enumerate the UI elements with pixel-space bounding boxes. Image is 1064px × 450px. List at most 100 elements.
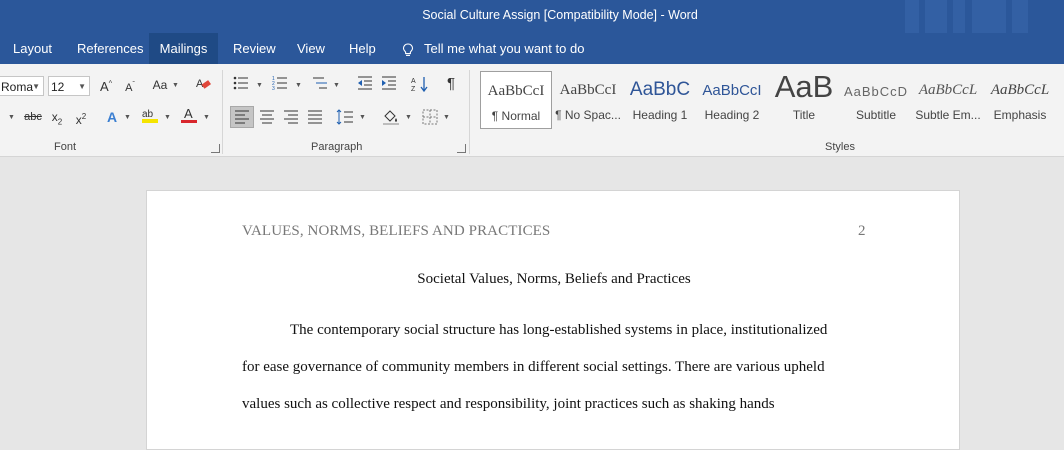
- chevron-down-icon[interactable]: ▼: [333, 82, 340, 89]
- style-title[interactable]: AaB Title: [768, 69, 840, 129]
- change-case-button[interactable]: Aa: [150, 75, 170, 97]
- bullets-button[interactable]: [232, 75, 250, 97]
- increase-indent-button[interactable]: [379, 75, 399, 97]
- font-color-button[interactable]: A: [179, 106, 199, 128]
- style-name: Emphasis: [993, 108, 1047, 122]
- style-name: Title: [792, 108, 816, 122]
- justify-button[interactable]: [305, 106, 325, 128]
- font-group-label: Font: [54, 141, 77, 153]
- font-size-combo[interactable]: 12 ▼: [48, 76, 90, 96]
- shrink-font-icon: Aˇ: [125, 81, 135, 94]
- chevron-down-icon[interactable]: ▼: [295, 82, 302, 89]
- style-emphasis[interactable]: AaBbCcL Emphasis: [984, 71, 1056, 129]
- ribbon-tabs: Layout References Mailings Review View H…: [0, 33, 1064, 64]
- tell-me-search[interactable]: Tell me what you want to do: [402, 33, 584, 64]
- sort-button[interactable]: AZ: [410, 75, 430, 97]
- svg-text:Z: Z: [411, 86, 416, 93]
- strikethrough-button[interactable]: abc: [22, 107, 44, 129]
- chevron-down-icon[interactable]: ▼: [203, 114, 210, 121]
- decrease-indent-icon: [358, 76, 372, 90]
- pilcrow-icon: ¶: [446, 75, 456, 92]
- font-dialog-launcher[interactable]: [211, 144, 220, 153]
- font-name-combo[interactable]: Roma ▼: [0, 76, 44, 96]
- lightbulb-icon: [402, 43, 414, 56]
- borders-button[interactable]: [420, 106, 440, 128]
- paint-bucket-icon: [383, 110, 399, 125]
- style-preview: AaBbCcL: [990, 82, 1050, 98]
- line-spacing-icon: [336, 109, 353, 125]
- style-subtitle[interactable]: AaBbCcD Subtitle: [840, 71, 912, 129]
- tab-layout[interactable]: Layout: [13, 33, 52, 64]
- window-title: Social Culture Assign [Compatibility Mod…: [422, 8, 698, 22]
- align-right-button[interactable]: [281, 106, 301, 128]
- align-center-button[interactable]: [257, 106, 277, 128]
- style-name: Subtitle: [855, 108, 897, 122]
- style-name: ¶ Normal: [491, 109, 541, 123]
- font-name-value: Roma: [1, 80, 34, 94]
- multilevel-list-icon: [313, 77, 327, 89]
- chevron-down-icon[interactable]: ▼: [405, 114, 412, 121]
- style-normal[interactable]: AaBbCcI ¶ Normal: [480, 71, 552, 129]
- borders-icon: [422, 109, 438, 125]
- tab-review[interactable]: Review: [233, 33, 276, 64]
- styles-group-label: Styles: [825, 141, 855, 153]
- text-effects-icon: A: [106, 109, 118, 125]
- style-preview: AaBbCcI: [702, 82, 762, 99]
- align-left-button[interactable]: [230, 106, 254, 128]
- grow-font-icon: A^: [100, 79, 112, 95]
- clear-formatting-button[interactable]: A: [193, 75, 213, 97]
- style-heading-1[interactable]: AaBbC Heading 1: [624, 71, 696, 129]
- align-left-icon: [235, 110, 249, 124]
- style-name: Heading 2: [704, 108, 760, 122]
- subscript-button[interactable]: x2: [48, 107, 66, 129]
- paragraph-group-label: Paragraph: [311, 141, 363, 153]
- svg-text:3: 3: [272, 86, 275, 91]
- superscript-button[interactable]: x2: [72, 107, 90, 129]
- chevron-down-icon[interactable]: ▼: [443, 114, 450, 121]
- chevron-down-icon[interactable]: ▼: [164, 114, 171, 121]
- tell-me-label: Tell me what you want to do: [424, 41, 585, 56]
- decrease-indent-button[interactable]: [355, 75, 375, 97]
- style-name: Subtle Em...: [915, 108, 981, 122]
- sort-az-icon: AZ: [411, 77, 428, 93]
- paragraph-line: values such as collective respect and re…: [242, 396, 775, 412]
- eraser-icon: A: [196, 78, 211, 90]
- highlight-color-button[interactable]: ab: [140, 106, 160, 128]
- shading-button[interactable]: [380, 106, 402, 128]
- text-effects-button[interactable]: A: [103, 107, 121, 129]
- chevron-down-icon[interactable]: ▼: [8, 114, 15, 121]
- tab-mailings[interactable]: Mailings: [149, 33, 218, 64]
- chevron-down-icon[interactable]: ▼: [124, 114, 131, 121]
- style-preview: AaBbCcI: [559, 82, 617, 98]
- tab-help[interactable]: Help: [349, 33, 376, 64]
- show-formatting-button[interactable]: ¶: [441, 74, 461, 96]
- svg-text:ab: ab: [142, 109, 154, 120]
- style-no-spacing[interactable]: AaBbCcI ¶ No Spac...: [552, 71, 624, 129]
- document-page[interactable]: VALUES, NORMS, BELIEFS AND PRACTICES 2 S…: [146, 190, 960, 450]
- style-name: Heading 1: [632, 108, 688, 122]
- paragraph-dialog-launcher[interactable]: [457, 144, 466, 153]
- increase-indent-icon: [382, 76, 396, 90]
- tab-view[interactable]: View: [297, 33, 325, 64]
- page-number: 2: [858, 223, 866, 239]
- style-preview: AaB: [774, 69, 834, 104]
- strikethrough-icon: abc: [24, 111, 42, 123]
- numbering-button[interactable]: 1 2 3: [271, 75, 289, 97]
- multilevel-list-button[interactable]: [310, 75, 330, 97]
- justify-icon: [308, 110, 322, 124]
- style-preview: AaBbCcL: [918, 82, 978, 98]
- align-right-icon: [284, 110, 298, 124]
- chevron-down-icon[interactable]: ▼: [256, 82, 263, 89]
- style-subtle-emphasis[interactable]: AaBbCcL Subtle Em...: [912, 71, 984, 129]
- chevron-down-icon[interactable]: ▼: [172, 82, 179, 89]
- shrink-font-button[interactable]: Aˇ: [121, 75, 139, 97]
- grow-font-button[interactable]: A^: [97, 75, 115, 97]
- style-heading-2[interactable]: AaBbCcI Heading 2: [696, 71, 768, 129]
- ribbon: Roma ▼ 12 ▼ A^ Aˇ Aa ▼ A ▼ abc x2 x2 A ▼…: [0, 64, 1064, 157]
- paragraph-line: for ease governance of community members…: [242, 359, 825, 375]
- chevron-down-icon[interactable]: ▼: [359, 114, 366, 121]
- font-color-icon: A: [181, 106, 197, 123]
- tab-references[interactable]: References: [77, 33, 143, 64]
- svg-text:A: A: [184, 106, 193, 121]
- line-spacing-button[interactable]: [335, 106, 355, 128]
